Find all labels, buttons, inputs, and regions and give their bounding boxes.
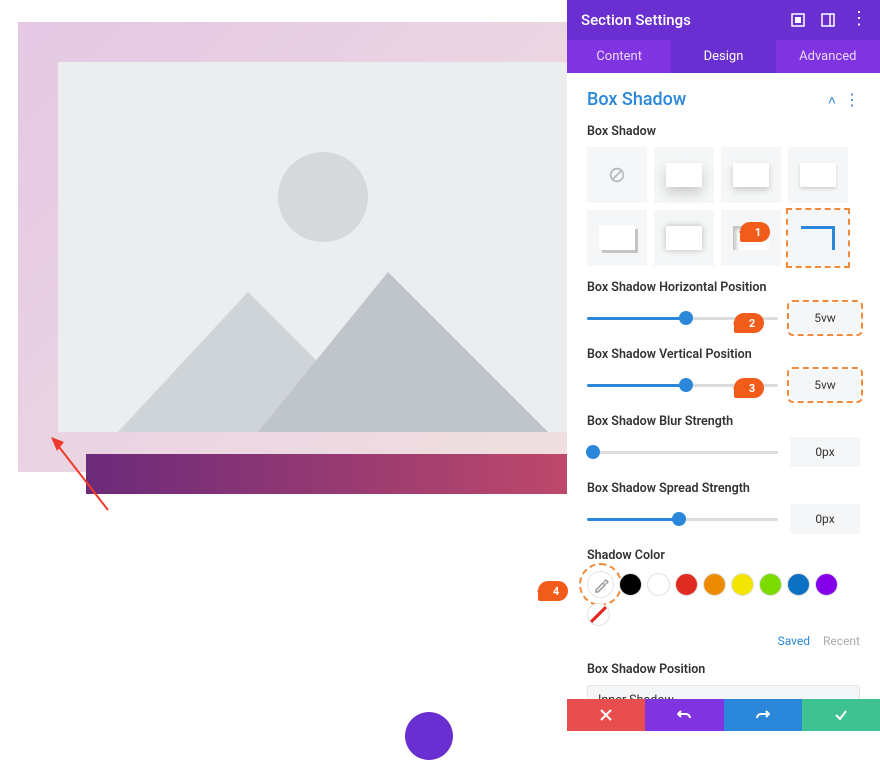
callout-4: 4 xyxy=(538,581,568,601)
chevron-up-icon[interactable]: ˄ xyxy=(828,93,836,109)
tab-design[interactable]: Design xyxy=(671,40,775,73)
cancel-button[interactable] xyxy=(567,699,645,731)
callout-3: 3 xyxy=(734,378,764,398)
preset-7-selected[interactable] xyxy=(788,210,848,266)
callout-2: 2 xyxy=(734,313,764,333)
preset-4[interactable] xyxy=(587,210,647,266)
spread-input[interactable] xyxy=(790,504,860,534)
more-icon[interactable]: ⋮ xyxy=(850,12,866,28)
callout-1: 1 xyxy=(740,222,770,242)
shadow-color-label: Shadow Color xyxy=(587,548,860,563)
v-pos-label: Box Shadow Vertical Position xyxy=(587,347,860,362)
box-shadow-position-label: Box Shadow Position xyxy=(587,662,860,677)
preset-5[interactable] xyxy=(654,210,714,266)
tab-advanced[interactable]: Advanced xyxy=(776,40,880,73)
footer-actions xyxy=(567,699,880,731)
undo-button[interactable] xyxy=(645,699,723,731)
section-more-icon[interactable]: ⋮ xyxy=(844,90,860,109)
h-pos-label: Box Shadow Horizontal Position xyxy=(587,280,860,295)
recent-colors-link[interactable]: Recent xyxy=(823,634,860,648)
preset-none[interactable] xyxy=(587,147,647,203)
canvas-preview xyxy=(18,22,567,472)
section-title[interactable]: Box Shadow ˄ ⋮ xyxy=(587,89,860,110)
shadow-preview-strip xyxy=(86,454,591,494)
spread-slider[interactable] xyxy=(587,509,778,529)
swatch-black[interactable] xyxy=(619,573,642,596)
swatch-green[interactable] xyxy=(759,573,782,596)
swatch-purple[interactable] xyxy=(815,573,838,596)
swatch-white[interactable] xyxy=(647,573,670,596)
image-placeholder xyxy=(58,62,578,432)
saved-colors-link[interactable]: Saved xyxy=(778,634,810,648)
panel-titlebar: Section Settings ⋮ xyxy=(567,0,880,40)
fab-circle[interactable] xyxy=(405,712,453,760)
swatch-blue[interactable] xyxy=(787,573,810,596)
tab-content[interactable]: Content xyxy=(567,40,671,73)
blur-slider[interactable] xyxy=(587,442,778,462)
color-picker-icon[interactable] xyxy=(587,571,614,598)
position-select[interactable]: Inner Shadow ⌄ xyxy=(587,685,860,699)
annotation-arrow xyxy=(48,435,118,520)
h-pos-input[interactable] xyxy=(790,303,860,333)
section-title-text: Box Shadow xyxy=(587,89,686,110)
settings-panel: Section Settings ⋮ Content Design Advanc… xyxy=(567,0,880,731)
blur-label: Box Shadow Blur Strength xyxy=(587,414,860,429)
expand-icon[interactable] xyxy=(790,12,806,28)
redo-button[interactable] xyxy=(724,699,802,731)
chevron-down-icon: ⌄ xyxy=(841,695,849,700)
v-pos-input[interactable] xyxy=(790,370,860,400)
spread-label: Box Shadow Spread Strength xyxy=(587,481,860,496)
swatch-none[interactable] xyxy=(587,603,610,626)
panel-title: Section Settings xyxy=(581,11,691,29)
layout-icon[interactable] xyxy=(820,12,836,28)
color-swatches xyxy=(587,571,860,626)
swatch-orange[interactable] xyxy=(703,573,726,596)
swatch-yellow[interactable] xyxy=(731,573,754,596)
preset-1[interactable] xyxy=(654,147,714,203)
box-shadow-label: Box Shadow xyxy=(587,124,860,139)
shadow-preset-grid xyxy=(587,147,860,266)
confirm-button[interactable] xyxy=(802,699,880,731)
preset-2[interactable] xyxy=(721,147,781,203)
swatch-red[interactable] xyxy=(675,573,698,596)
blur-input[interactable] xyxy=(790,437,860,467)
preset-3[interactable] xyxy=(788,147,848,203)
tab-bar: Content Design Advanced xyxy=(567,40,880,73)
position-select-value: Inner Shadow xyxy=(598,693,674,700)
